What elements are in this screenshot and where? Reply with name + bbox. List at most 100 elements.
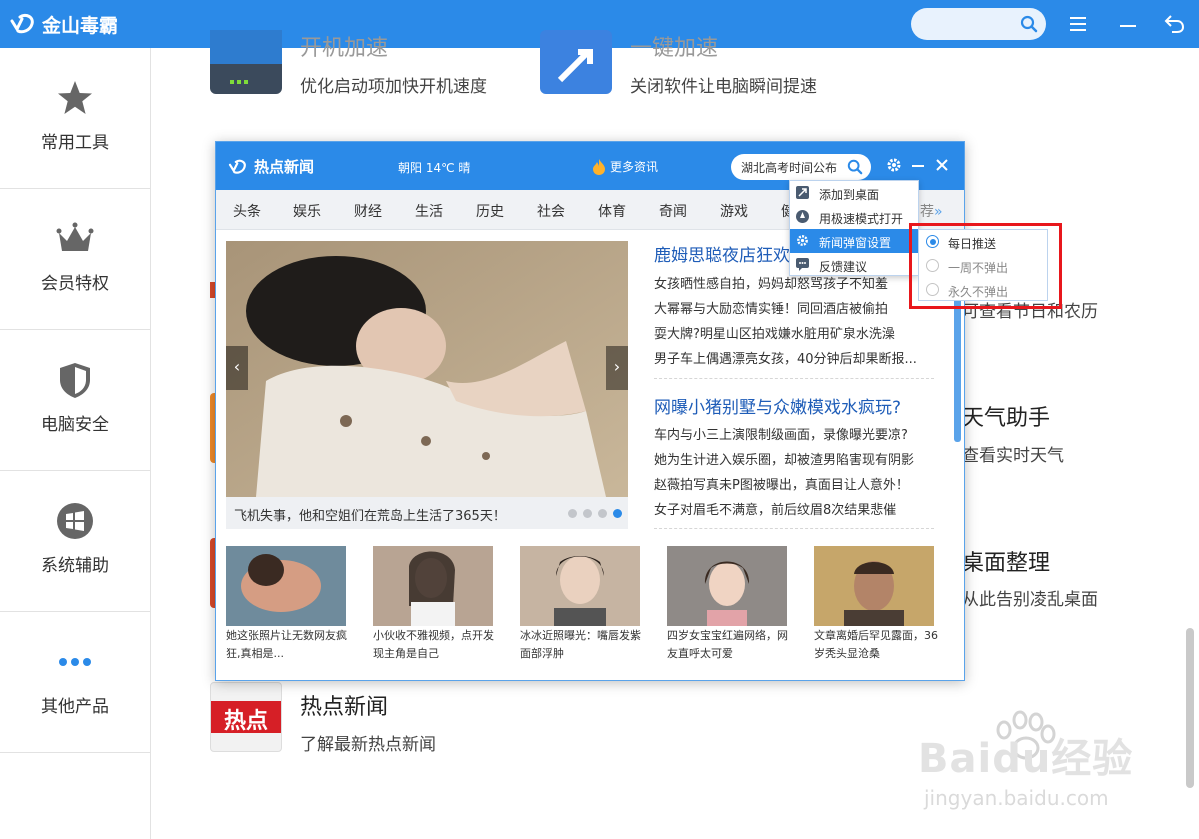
slide-prev-button[interactable]: ‹ [226,346,248,390]
tab-finance[interactable]: 财经 [354,201,382,221]
tab-society[interactable]: 社会 [537,201,565,221]
tab-history[interactable]: 历史 [476,201,504,221]
watermark-url: jingyan.baidu.com [924,786,1109,810]
sidebar-item-label: 其他产品 [41,697,109,717]
article-line[interactable]: 她为生计进入娱乐圈，却被渣男陷害现有阴影 [654,449,914,468]
thumbnail-caption[interactable]: 小伙收不雅视频，点开发现主角是自己 [373,627,501,663]
thumbnail-photo [667,546,787,626]
article-line[interactable]: 女子对眉毛不满意，前后纹眉8次结果悲催 [654,499,896,518]
divider [654,378,934,379]
article-line[interactable]: 车内与小三上演限制级画面，录像曝光要凉? [654,424,908,443]
news-thumbnail[interactable] [226,546,346,626]
gear-icon[interactable] [886,157,902,173]
news-thumbnail[interactable] [373,546,493,626]
tool-title: 天气助手 [962,406,1051,431]
tool-desc: 了解最新热点新闻 [300,735,436,755]
feedback-icon [796,258,809,271]
menu-item-add-desktop[interactable]: 添加到桌面 [790,181,918,205]
sidebar-item-more[interactable]: 其他产品 [0,612,150,753]
thumbnail-caption[interactable]: 冰冰近照曝光：嘴唇发紫 面部浮肿 [520,627,648,663]
tool-title: 热点新闻 [300,695,389,720]
news-thumbnail[interactable] [814,546,934,626]
shield-icon [60,363,90,398]
thumbnail-caption[interactable]: 文章离婚后罕见露面，36岁秃头显沧桑 [814,627,942,663]
article-title[interactable]: 鹿姆思聪夜店狂欢 [654,241,790,266]
gear-icon [797,235,808,246]
news-thumbnail[interactable] [667,546,787,626]
tool-title: 桌面整理 [962,551,1051,576]
tool-title: 开机加速 [300,36,389,61]
back-icon[interactable] [1163,12,1187,36]
crown-icon [56,222,94,251]
tab-recommend-label: 荐 [920,204,934,220]
menu-item-fast-mode[interactable]: 用极速模式打开 [790,205,918,229]
desktop-icon [796,186,809,199]
news-thumbnail[interactable] [520,546,640,626]
duba-logo-icon [228,159,246,174]
sidebar-item-security[interactable]: 电脑安全 [0,330,150,471]
sidebar-item-system[interactable]: 系统辅助 [0,471,150,612]
tab-oddities[interactable]: 奇闻 [659,201,687,221]
slide-next-button[interactable]: › [606,346,628,390]
hot-news-icon: 热点 [210,682,282,752]
windows-icon [57,503,93,539]
article-line[interactable]: 耍大牌?明星山区拍戏嫌水脏用矿泉水洗澡 [654,323,895,342]
menu-item-label: 新闻弹窗设置 [819,236,892,250]
thumbnail-caption[interactable]: 她这张照片让无数网友疯狂,真相是... [226,627,354,663]
annotation-highlight-box [909,223,1062,309]
more-news-label[interactable]: 更多资讯 [610,158,658,175]
thumbnail-photo [520,546,640,626]
tool-desc: 查看实时天气 [962,446,1064,466]
main-scrollbar[interactable] [1186,628,1194,788]
menu-icon[interactable] [1067,12,1091,36]
article-line[interactable]: 男子车上偶遇漂亮女孩，40分钟后却果断报... [654,348,917,367]
search-icon[interactable] [1020,15,1038,33]
thumbnail-photo [226,546,346,626]
article-title[interactable]: 网曝小猪别墅与众嫩模戏水疯玩? [654,393,901,418]
slide-dot[interactable] [568,509,577,518]
top-search-input[interactable] [911,8,1046,40]
search-icon[interactable] [847,159,863,175]
sidebar-item-label: 会员特权 [41,274,109,294]
menu-item-popup-settings[interactable]: 新闻弹窗设置 [790,229,918,253]
thumbnail-photo [814,546,934,626]
tab-sports[interactable]: 体育 [598,201,626,221]
slide-dot[interactable] [598,509,607,518]
sidebar-item-tools[interactable]: 常用工具 [0,48,150,189]
hot-news-icon-text: 热点 [211,701,281,734]
popup-search-value: 湖北高考时间公布 [741,161,838,175]
thumbnail-photo [373,546,493,626]
menu-item-feedback[interactable]: 反馈建议 [790,253,918,277]
app-window: 金山毒霸 常用工具 会员特权 电脑安全 系统辅助 其他产品 开机加速 优化启动项… [0,0,1199,839]
app-logo: 金山毒霸 [10,10,118,38]
tab-headline[interactable]: 头条 [233,201,261,221]
slide-dot-active[interactable] [613,509,622,518]
popup-logo: 热点新闻 [228,156,314,177]
sidebar-item-label: 常用工具 [41,133,109,153]
sidebar: 常用工具 会员特权 电脑安全 系统辅助 其他产品 [0,48,151,839]
more-news-link[interactable]: 更多资讯 [592,158,658,175]
slide-dot[interactable] [583,509,592,518]
sidebar-item-label: 电脑安全 [41,415,109,435]
tab-life[interactable]: 生活 [415,201,443,221]
divider [654,528,934,529]
watermark: Baidu经验 jingyan.baidu.com [918,706,1148,816]
thumbnail-caption[interactable]: 四岁女宝宝红遍网络，网友直呼太可爱 [667,627,795,663]
sidebar-item-vip[interactable]: 会员特权 [0,189,150,330]
slideshow-image[interactable] [226,241,628,497]
popup-search-input[interactable]: 湖北高考时间公布 [731,154,871,180]
tab-recommend[interactable]: 荐» [920,201,943,221]
watermark-brand: Baidu经验 [918,736,1134,782]
minimize-icon[interactable] [1116,12,1140,36]
close-icon[interactable] [934,157,950,173]
tab-entertainment[interactable]: 娱乐 [293,201,321,221]
tool-desc: 关闭软件让电脑瞬间提速 [630,77,817,97]
tool-desc: 从此告别凌乱桌面 [962,590,1098,610]
article-line[interactable]: 大幂幂与大励恋情实锤！同回酒店被偷拍 [654,298,888,317]
tab-games[interactable]: 游戏 [720,201,748,221]
article-line[interactable]: 赵薇拍写真未P图被曝出，真面目让人意外！ [654,474,909,493]
menu-item-label: 反馈建议 [819,260,868,274]
minimize-icon[interactable] [910,157,926,173]
menu-item-label: 用极速模式打开 [819,212,904,226]
star-icon [58,81,92,114]
